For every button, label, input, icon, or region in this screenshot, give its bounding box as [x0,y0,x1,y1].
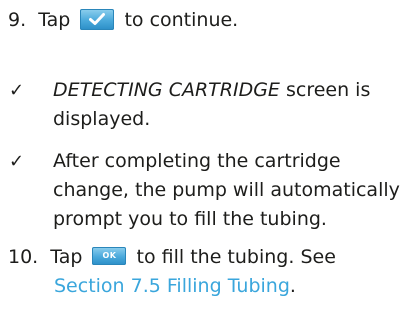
step-text-after: to fill the tubing. See [136,246,336,268]
step-number: 10. [8,246,39,268]
step-10-reference: Section 7.5 Filling Tubing. [54,272,296,301]
step-9: 9. Tap to continue. [8,6,238,35]
checkmark-icon [89,13,106,25]
checkmark-button-icon [80,9,115,30]
ok-button-icon: OK [92,247,127,265]
note-text: After completing the cartridge change, t… [53,150,400,230]
ok-button-label: OK [102,251,117,260]
checkmark-bullet-icon: ✓ [9,80,25,101]
step-number: 9. [8,9,27,31]
step-text-before: Tap [50,246,83,268]
step-text-end: . [289,275,296,297]
step-text-before: Tap [38,9,71,31]
checkmark-bullet-icon: ✓ [9,151,25,172]
note-detecting-cartridge: ✓ DETECTING CARTRIDGE screen is displaye… [9,76,417,134]
screen-name: DETECTING CARTRIDGE [53,79,280,101]
section-link[interactable]: Section 7.5 Filling Tubing [54,275,290,297]
step-text-after: to continue. [124,9,239,31]
step-10: 10. Tap OK to fill the tubing. See [8,243,336,272]
note-text: DETECTING CARTRIDGE screen is displayed. [53,76,417,134]
note-fill-prompt: ✓ After completing the cartridge change,… [9,147,417,234]
